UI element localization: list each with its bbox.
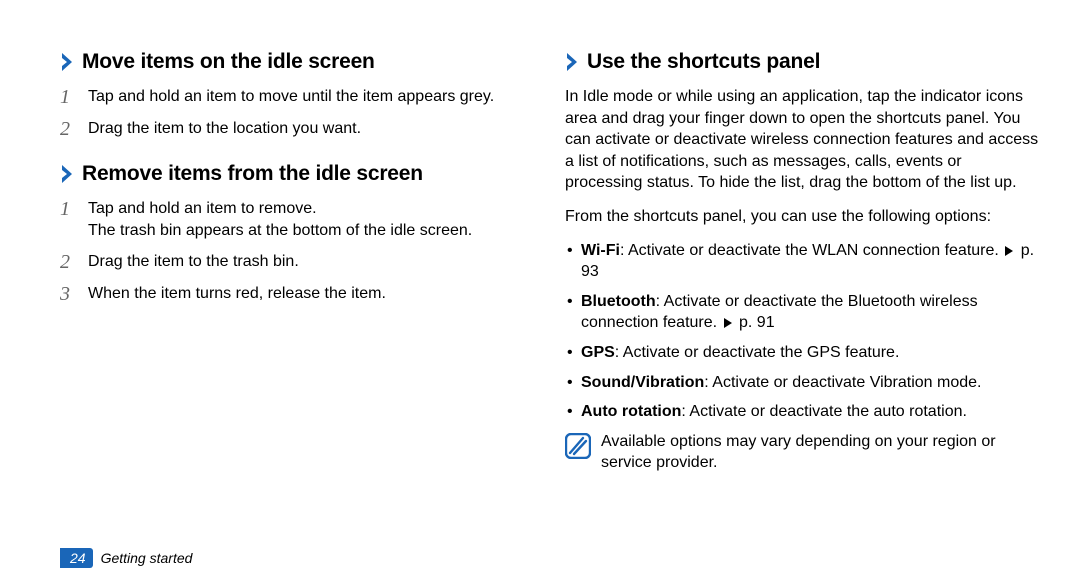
list-item: 3 When the item turns red, release the i… bbox=[60, 283, 535, 305]
option-desc: : Activate or deactivate the auto rotati… bbox=[681, 403, 967, 420]
page-ref: p. 91 bbox=[739, 314, 775, 331]
list-item: Auto rotation: Activate or deactivate th… bbox=[565, 401, 1040, 423]
step-number: 1 bbox=[60, 86, 74, 108]
step-text: When the item turns red, release the ite… bbox=[88, 283, 535, 305]
step-number: 2 bbox=[60, 118, 74, 140]
chevron-right-icon bbox=[60, 53, 74, 71]
page-footer: 24 Getting started bbox=[60, 548, 192, 568]
option-desc: : Activate or deactivate the WLAN connec… bbox=[620, 242, 1003, 259]
option-name: Bluetooth bbox=[581, 293, 656, 310]
note: Available options may vary depending on … bbox=[565, 431, 1040, 474]
option-name: Wi-Fi bbox=[581, 242, 620, 259]
option-name: Sound/Vibration bbox=[581, 374, 704, 391]
steps-move-items: 1 Tap and hold an item to move until the… bbox=[60, 86, 535, 140]
options-list: Wi-Fi: Activate or deactivate the WLAN c… bbox=[565, 240, 1040, 423]
list-item: 1 Tap and hold an item to remove. The tr… bbox=[60, 198, 535, 241]
note-icon bbox=[565, 433, 591, 459]
list-item: GPS: Activate or deactivate the GPS feat… bbox=[565, 342, 1040, 364]
option-name: Auto rotation bbox=[581, 403, 681, 420]
paragraph-options-lead: From the shortcuts panel, you can use th… bbox=[565, 206, 1040, 228]
step-text: Tap and hold an item to move until the i… bbox=[88, 86, 535, 108]
heading-remove-items: Remove items from the idle screen bbox=[82, 162, 423, 186]
step-text: Drag the item to the location you want. bbox=[88, 118, 535, 140]
paragraph-intro: In Idle mode or while using an applicati… bbox=[565, 86, 1040, 194]
list-item: 1 Tap and hold an item to move until the… bbox=[60, 86, 535, 108]
step-number: 2 bbox=[60, 251, 74, 273]
heading-shortcuts: Use the shortcuts panel bbox=[587, 50, 820, 74]
list-item: 2 Drag the item to the trash bin. bbox=[60, 251, 535, 273]
step-text-extra: The trash bin appears at the bottom of t… bbox=[88, 222, 472, 239]
chevron-right-icon bbox=[60, 165, 74, 183]
section-heading-remove-items: Remove items from the idle screen bbox=[60, 162, 535, 186]
option-desc: : Activate or deactivate Vibration mode. bbox=[704, 374, 981, 391]
chapter-name: Getting started bbox=[101, 550, 193, 566]
step-text: Tap and hold an item to remove. The tras… bbox=[88, 198, 535, 241]
step-number: 1 bbox=[60, 198, 74, 241]
section-heading-shortcuts: Use the shortcuts panel bbox=[565, 50, 1040, 74]
step-text-main: Tap and hold an item to remove. bbox=[88, 200, 317, 217]
list-item: 2 Drag the item to the location you want… bbox=[60, 118, 535, 140]
step-text: Drag the item to the trash bin. bbox=[88, 251, 535, 273]
list-item: Sound/Vibration: Activate or deactivate … bbox=[565, 372, 1040, 394]
play-icon bbox=[724, 318, 732, 328]
step-number: 3 bbox=[60, 283, 74, 305]
section-heading-move-items: Move items on the idle screen bbox=[60, 50, 535, 74]
chevron-right-icon bbox=[565, 53, 579, 71]
play-icon bbox=[1005, 246, 1013, 256]
list-item: Wi-Fi: Activate or deactivate the WLAN c… bbox=[565, 240, 1040, 283]
page-number-badge: 24 bbox=[60, 548, 93, 568]
option-name: GPS bbox=[581, 344, 615, 361]
option-desc: : Activate or deactivate the GPS feature… bbox=[615, 344, 900, 361]
steps-remove-items: 1 Tap and hold an item to remove. The tr… bbox=[60, 198, 535, 305]
heading-move-items: Move items on the idle screen bbox=[82, 50, 375, 74]
list-item: Bluetooth: Activate or deactivate the Bl… bbox=[565, 291, 1040, 334]
note-text: Available options may vary depending on … bbox=[601, 431, 1040, 474]
